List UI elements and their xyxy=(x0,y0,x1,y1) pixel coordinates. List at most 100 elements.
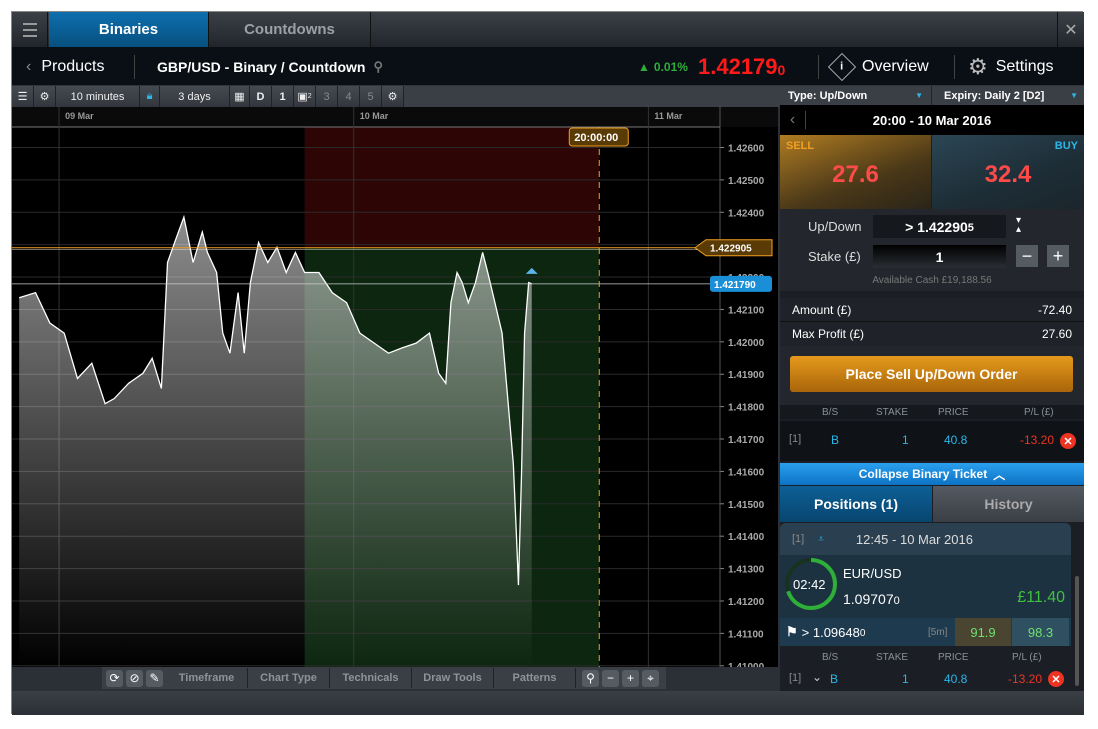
period-5-button[interactable]: 5 xyxy=(360,86,382,107)
buy-button[interactable]: BUY 32.4 xyxy=(932,135,1084,209)
hamburger-icon[interactable] xyxy=(12,12,48,47)
period-1-button[interactable]: 1 xyxy=(272,86,294,107)
row-price: 40.8 xyxy=(944,672,968,686)
overview-label: Overview xyxy=(862,57,929,75)
period-4-button[interactable]: 4 xyxy=(338,86,360,107)
zoom-out-icon[interactable]: − xyxy=(602,669,619,687)
card-sell-button[interactable]: 91.9 xyxy=(955,618,1011,646)
chevron-left-icon[interactable]: ‹ xyxy=(780,111,806,129)
close-position-icon[interactable]: ✕ xyxy=(1048,671,1064,687)
card-price-sub: 0 xyxy=(893,595,900,607)
maxprofit-label: Max Profit (£) xyxy=(792,327,865,341)
tab-chart-type[interactable]: Chart Type xyxy=(248,668,330,688)
back-label: Products xyxy=(41,57,105,75)
overview-button[interactable]: i Overview xyxy=(827,47,929,86)
place-order-button[interactable]: Place Sell Up/Down Order xyxy=(790,356,1073,392)
period-d-button[interactable]: D xyxy=(250,86,272,107)
change-value: 0.01% xyxy=(653,59,688,74)
current-price-label: 1.421790 xyxy=(714,280,756,291)
chevron-down-icon[interactable]: ⌄ xyxy=(812,670,822,684)
y-tick-label: 1.41200 xyxy=(728,597,765,608)
row-stake: 1 xyxy=(902,672,909,686)
refresh-icon[interactable]: ⟳ xyxy=(106,669,123,687)
card-price-main: 1.09707 xyxy=(843,591,894,607)
strike-flag-icon: ⚑ xyxy=(786,624,798,639)
position-card[interactable]: [1] ⩡ 12:45 - 10 Mar 2016 02:42 EUR/USD … xyxy=(780,523,1071,618)
search-icon[interactable]: ⚲ xyxy=(373,59,383,75)
col-bs: B/S xyxy=(822,652,839,663)
pencil-icon[interactable]: ✎ xyxy=(146,669,163,687)
tab-binaries[interactable]: Binaries xyxy=(49,12,209,47)
divider xyxy=(134,55,135,79)
sell-price: 27.6 xyxy=(832,161,879,188)
countdown-value: 02:42 xyxy=(793,577,826,592)
updown-sub: 5 xyxy=(967,222,974,234)
y-tick-label: 1.42000 xyxy=(728,338,765,349)
expand-icon[interactable]: ⩡ xyxy=(818,534,824,545)
calendar-icon[interactable]: ▦ xyxy=(230,86,250,107)
tab-positions[interactable]: Positions (1) xyxy=(780,486,932,522)
y-tick-label: 1.41700 xyxy=(728,435,765,446)
settings-button[interactable]: ⚙ Settings xyxy=(968,47,1054,86)
updown-field[interactable]: > 1.42290 5 xyxy=(873,215,1006,238)
lock-icon[interactable]: 🔒︎ xyxy=(140,86,160,107)
stake-decrease-button[interactable]: − xyxy=(1016,245,1038,267)
card-price: 1.097070 xyxy=(843,591,900,607)
instrument-title: GBP/USD - Binary / Countdown xyxy=(157,58,366,75)
back-products-button[interactable]: ‹ Products xyxy=(26,47,104,86)
card-instrument: EUR/USD xyxy=(843,566,902,581)
type-select[interactable]: Type: Up/Down ▼ xyxy=(780,86,932,105)
collapse-ticket-button[interactable]: Collapse Binary Ticket ︿ xyxy=(780,463,1084,485)
col-stake: STAKE xyxy=(876,652,909,663)
strike-stepper-icon[interactable]: ▾ ▴ xyxy=(1016,216,1021,235)
sell-label: SELL xyxy=(786,140,815,152)
y-tick-label: 1.41000 xyxy=(728,662,765,667)
crosshair-icon[interactable]: ⌖ xyxy=(642,669,659,687)
col-pl: P/L (£) xyxy=(1012,652,1042,663)
tab-technicals[interactable]: Technicals xyxy=(330,668,412,688)
up-arrow-icon: ▲ xyxy=(638,59,650,74)
row-bs: B xyxy=(831,433,840,447)
card-buy-button[interactable]: 98.3 xyxy=(1012,618,1069,646)
interval-select[interactable]: 10 minutes xyxy=(56,86,140,107)
zoom-icon[interactable]: ⚲ xyxy=(582,669,599,687)
price-chart[interactable]: 1.426001.425001.424001.423001.422001.421… xyxy=(12,107,780,667)
gear-icon[interactable]: ⚙ xyxy=(34,86,56,107)
row-stake: 1 xyxy=(902,433,909,447)
range-select[interactable]: 3 days xyxy=(160,86,230,107)
scrollbar[interactable] xyxy=(1075,576,1079,686)
stake-increase-button[interactable]: + xyxy=(1047,245,1069,267)
tab-timeframe[interactable]: Timeframe xyxy=(166,668,248,688)
y-tick-label: 1.41400 xyxy=(728,532,765,543)
buy-label: BUY xyxy=(1054,140,1078,152)
tab-draw-tools[interactable]: Draw Tools xyxy=(412,668,494,688)
sell-zone xyxy=(304,127,600,248)
clear-icon[interactable]: ⊘ xyxy=(126,669,143,687)
y-tick-label: 1.41100 xyxy=(728,629,764,640)
card-time: 12:45 - 10 Mar 2016 xyxy=(855,531,973,547)
amount-label: Amount (£) xyxy=(792,303,852,317)
stake-input[interactable]: 1 xyxy=(873,245,1006,268)
row-id: [1] xyxy=(789,672,802,684)
close-position-icon[interactable]: ✕ xyxy=(1060,433,1076,449)
tab-countdowns[interactable]: Countdowns xyxy=(209,12,371,47)
y-tick-label: 1.41600 xyxy=(728,467,765,478)
period-3-button[interactable]: 3 xyxy=(316,86,338,107)
position-row[interactable]: [1] ⌄ B 1 40.8 -13.20 ✕ xyxy=(780,668,1071,691)
x-tick-label: 09 Mar xyxy=(65,111,94,121)
period-2-button[interactable]: ▣ 2 xyxy=(294,86,316,107)
close-icon[interactable]: ✕ xyxy=(1057,12,1084,47)
x-tick-label: 11 Mar xyxy=(654,111,683,121)
tab-patterns[interactable]: Patterns xyxy=(494,668,576,688)
zoom-in-icon[interactable]: + xyxy=(622,669,639,687)
row-price: 40.8 xyxy=(944,433,968,447)
tab-history[interactable]: History xyxy=(933,486,1084,522)
expiry-select[interactable]: Expiry: Daily 2 [D2] ▼ xyxy=(932,86,1084,105)
chart-toolbar: ☰ ⚙ 10 minutes 🔒︎ 3 days ▦ D 1 ▣ 2 3 4 5 … xyxy=(12,86,780,107)
list-icon[interactable]: ☰ xyxy=(12,86,34,107)
period-2-label: 2 xyxy=(307,93,312,100)
gear-icon[interactable]: ⚙ xyxy=(382,86,404,107)
sell-button[interactable]: SELL 27.6 xyxy=(780,135,931,209)
order-row[interactable]: [1] B 1 40.8 -13.20 ✕ xyxy=(780,421,1084,461)
card-strike: > 1.09648 xyxy=(801,624,860,640)
